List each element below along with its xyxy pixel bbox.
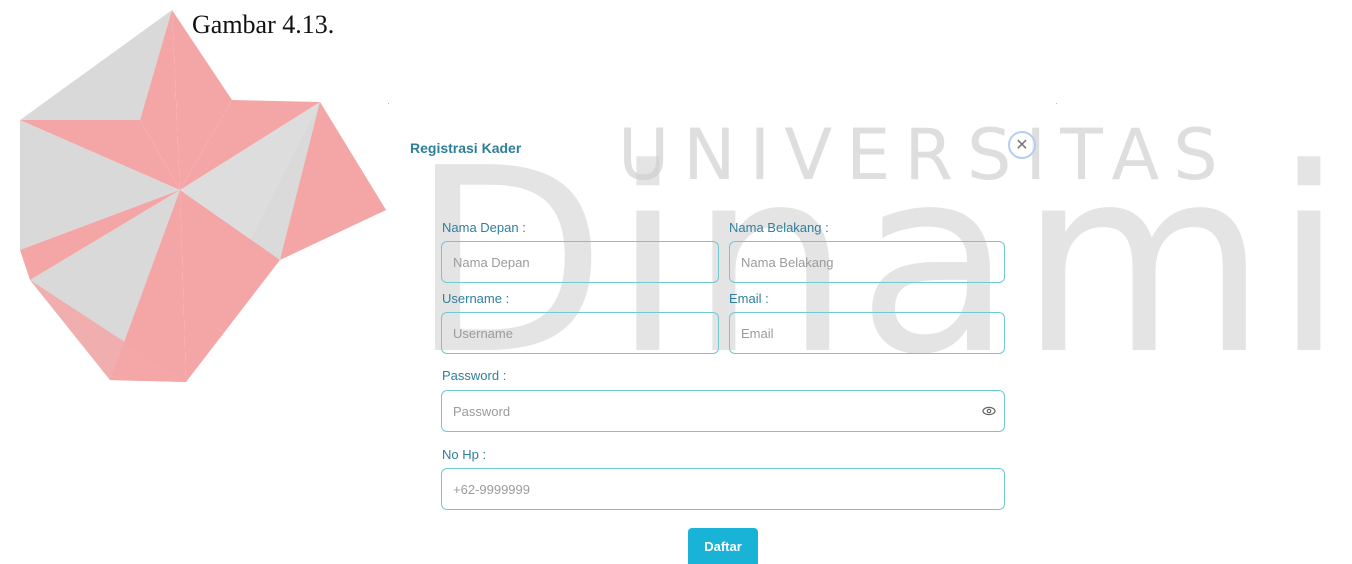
close-icon: ✕ — [1015, 137, 1029, 154]
phone-label: No Hp : — [442, 447, 487, 462]
phone-input[interactable] — [441, 468, 1005, 510]
password-input[interactable] — [441, 390, 1005, 432]
first-name-label: Nama Depan : — [442, 220, 526, 235]
eye-icon[interactable] — [982, 404, 996, 418]
corner-tick — [1056, 103, 1057, 104]
username-input[interactable] — [441, 312, 719, 354]
email-input[interactable] — [729, 312, 1005, 354]
last-name-label: Nama Belakang : — [729, 220, 829, 235]
email-label: Email : — [729, 291, 769, 306]
password-label: Password : — [442, 368, 507, 383]
figure-caption: Gambar 4.13. — [192, 10, 335, 39]
first-name-input[interactable] — [441, 241, 719, 283]
modal-title: Registrasi Kader — [410, 140, 522, 156]
last-name-input[interactable] — [729, 241, 1005, 283]
university-logo — [20, 10, 386, 382]
close-button[interactable]: ✕ — [1008, 131, 1036, 159]
corner-tick — [388, 103, 389, 104]
submit-button[interactable]: Daftar — [688, 528, 758, 564]
username-label: Username : — [442, 291, 510, 306]
